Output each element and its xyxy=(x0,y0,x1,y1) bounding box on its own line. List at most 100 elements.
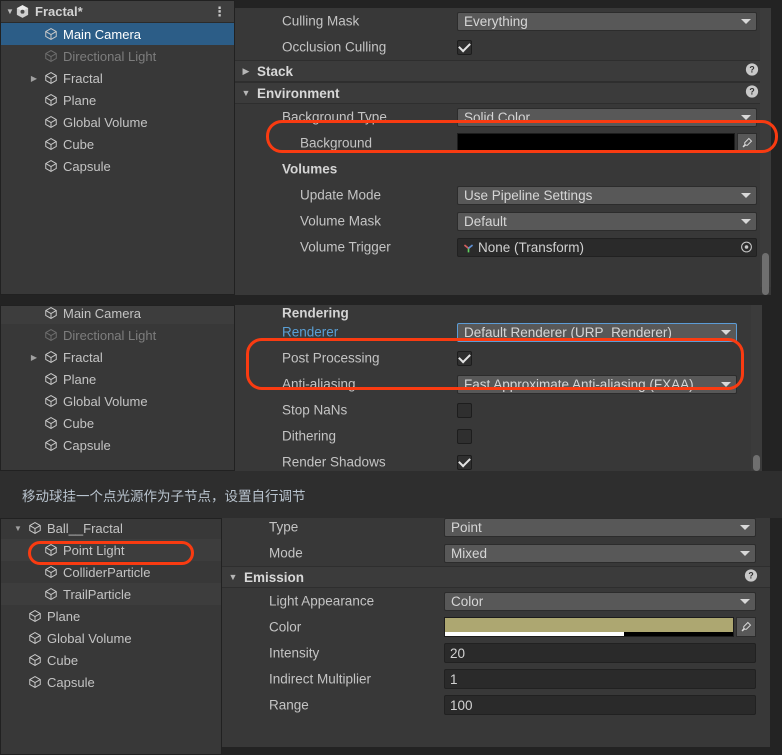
hierarchy-item-colliderparticle[interactable]: ColliderParticle xyxy=(1,561,221,583)
inspector-field-background-type[interactable]: Solid Color xyxy=(457,107,757,127)
inspector-field-update-mode[interactable]: Use Pipeline Settings xyxy=(457,185,757,205)
help-icon[interactable]: ? xyxy=(745,63,759,80)
hierarchy-item-directional-light[interactable]: Directional Light xyxy=(1,324,234,346)
chevron-down-icon[interactable] xyxy=(721,382,731,387)
dropdown-culling-mask[interactable]: Everything xyxy=(457,11,757,31)
inspector-field-dithering[interactable] xyxy=(457,428,737,444)
inspector-field-mode[interactable]: Mixed xyxy=(444,543,756,563)
dropdown-light-appearance[interactable]: Color xyxy=(444,591,756,611)
inspector-panel-light[interactable]: Type Point Mode Mixed ▼ Emission? Light Appear… xyxy=(222,518,782,755)
dropdown-update-mode[interactable]: Use Pipeline Settings xyxy=(457,185,757,205)
number-field-indirect-multiplier[interactable]: 1 xyxy=(444,669,756,689)
inspector-field-type[interactable]: Point xyxy=(444,518,756,537)
inspector-field-culling-mask[interactable]: Everything xyxy=(457,11,757,31)
chevron-down-icon[interactable] xyxy=(741,219,751,224)
help-icon[interactable]: ? xyxy=(744,569,758,586)
chevron-down-icon[interactable] xyxy=(741,19,751,24)
checkbox-dithering[interactable] xyxy=(457,428,472,444)
inspector-rows-camera[interactable]: Culling Mask Everything Occlusion Culling ▶… xyxy=(235,8,771,260)
dropdown-type[interactable]: Point xyxy=(444,518,756,537)
dropdown-background-type[interactable]: Solid Color xyxy=(457,107,757,127)
hierarchy-item-trailparticle[interactable]: TrailParticle xyxy=(1,583,221,605)
hierarchy-item-global-volume[interactable]: Global Volume xyxy=(1,390,234,412)
hierarchy-item-capsule[interactable]: Capsule xyxy=(1,155,234,177)
hierarchy-panel-rendering[interactable]: Main Camera Directional Light ▶ Fractal Plan… xyxy=(0,305,235,471)
hierarchy-item-global-volume[interactable]: Global Volume xyxy=(1,627,221,649)
inspector-field-indirect-multiplier[interactable]: 1 xyxy=(444,669,756,689)
hierarchy-panel-camera[interactable]: ▼ Fractal* ⋮ Main Camera Directional Ligh… xyxy=(0,0,235,295)
triangle-down-icon[interactable]: ▼ xyxy=(235,88,257,98)
inspector-field-volume-trigger[interactable]: None (Transform) xyxy=(457,237,757,257)
number-field-range[interactable]: 100 xyxy=(444,695,756,715)
checkbox-stop-nans[interactable] xyxy=(457,402,472,418)
inspector-scrollbar-camera[interactable] xyxy=(760,8,771,295)
inspector-field-intensity[interactable]: 20 xyxy=(444,643,756,663)
chevron-down-icon[interactable] xyxy=(740,525,750,530)
dropdown-renderer[interactable]: Default Renderer (URP_Renderer) xyxy=(457,322,737,342)
chevron-down-icon[interactable] xyxy=(721,330,731,335)
hierarchy-item-directional-light[interactable]: Directional Light xyxy=(1,45,234,67)
hierarchy-item-plane[interactable]: Plane xyxy=(1,605,221,627)
dropdown-volume-mask[interactable]: Default xyxy=(457,211,757,231)
inspector-field-range[interactable]: 100 xyxy=(444,695,756,715)
hierarchy-item-main-camera[interactable]: Main Camera xyxy=(1,23,234,45)
scrollbar-thumb[interactable] xyxy=(753,455,760,471)
inspector-rows-light[interactable]: Type Point Mode Mixed ▼ Emission? Light Appear… xyxy=(222,518,770,718)
object-picker-icon[interactable] xyxy=(740,241,753,254)
inspector-field-occlusion-culling[interactable] xyxy=(457,39,757,55)
hierarchy-item-plane[interactable]: Plane xyxy=(1,89,234,111)
foldout-emission[interactable]: ▼ Emission? xyxy=(222,566,770,588)
inspector-rows-rendering[interactable]: Renderer Default Renderer (URP_Renderer) P… xyxy=(235,319,751,471)
hierarchy-item-ball-fractal[interactable]: ▼ Ball__Fractal xyxy=(1,519,221,539)
inspector-field-renderer[interactable]: Default Renderer (URP_Renderer) xyxy=(457,322,737,342)
hierarchy-item-cube[interactable]: Cube xyxy=(1,412,234,434)
chevron-down-icon[interactable] xyxy=(741,193,751,198)
inspector-panel-rendering[interactable]: Rendering Renderer Default Renderer (URP_… xyxy=(235,305,782,471)
inspector-scrollbar-rendering[interactable] xyxy=(751,305,762,471)
kebab-menu-icon[interactable]: ⋮ xyxy=(213,4,226,20)
hierarchy-item-fractal[interactable]: ▶ Fractal xyxy=(1,346,234,368)
inspector-field-volume-mask[interactable]: Default xyxy=(457,211,757,231)
triangle-right-icon[interactable]: ▶ xyxy=(27,74,41,83)
triangle-right-icon[interactable]: ▶ xyxy=(27,353,41,362)
help-icon[interactable]: ? xyxy=(745,85,759,102)
hierarchy-item-cube[interactable]: Cube xyxy=(1,133,234,155)
inspector-field-render-shadows[interactable] xyxy=(457,454,737,470)
inspector-field-color[interactable] xyxy=(444,617,756,637)
hierarchy-item-global-volume[interactable]: Global Volume xyxy=(1,111,234,133)
eyedropper-icon[interactable] xyxy=(736,617,756,637)
inspector-field-light-appearance[interactable]: Color xyxy=(444,591,756,611)
triangle-down-icon[interactable]: ▼ xyxy=(222,572,244,582)
dropdown-anti-aliasing[interactable]: Fast Approximate Anti-aliasing (FXAA) xyxy=(457,374,737,394)
hierarchy-item-fractal[interactable]: ▶ Fractal xyxy=(1,67,234,89)
inspector-field-anti-aliasing[interactable]: Fast Approximate Anti-aliasing (FXAA) xyxy=(457,374,737,394)
chevron-down-icon[interactable] xyxy=(740,599,750,604)
hierarchy-item-capsule[interactable]: Capsule xyxy=(1,671,221,693)
object-field-volume-trigger[interactable]: None (Transform) xyxy=(457,237,757,257)
color-swatch-color[interactable] xyxy=(444,617,734,637)
hierarchy-panel-light[interactable]: ▼ Ball__Fractal Point Light ColliderParticl… xyxy=(0,518,222,755)
triangle-right-icon[interactable]: ▶ xyxy=(235,66,257,77)
number-field-intensity[interactable]: 20 xyxy=(444,643,756,663)
inspector-field-background[interactable] xyxy=(457,133,757,153)
dropdown-mode[interactable]: Mixed xyxy=(444,543,756,563)
inspector-panel-camera[interactable]: Culling Mask Everything Occlusion Culling ▶… xyxy=(235,0,782,295)
scrollbar-thumb[interactable] xyxy=(762,253,769,295)
hierarchy-item-cube[interactable]: Cube xyxy=(1,649,221,671)
inspector-label-renderer[interactable]: Renderer xyxy=(282,325,338,340)
checkbox-occlusion-culling[interactable] xyxy=(457,39,472,55)
triangle-down-icon[interactable]: ▼ xyxy=(11,524,25,533)
foldout-stack[interactable]: ▶ Stack? xyxy=(235,60,771,82)
inspector-field-post-processing[interactable] xyxy=(457,350,737,366)
hierarchy-tree-rendering[interactable]: Main Camera Directional Light ▶ Fractal Plan… xyxy=(1,306,234,456)
inspector-field-stop-nans[interactable] xyxy=(457,402,737,418)
hierarchy-tree-light[interactable]: ▼ Ball__Fractal Point Light ColliderParticl… xyxy=(1,519,221,693)
hierarchy-item-plane[interactable]: Plane xyxy=(1,368,234,390)
chevron-down-icon[interactable] xyxy=(741,115,751,120)
hierarchy-item-capsule[interactable]: Capsule xyxy=(1,434,234,456)
hierarchy-tree-camera[interactable]: Main Camera Directional Light ▶ Fractal Plan… xyxy=(1,23,234,177)
checkbox-render-shadows[interactable] xyxy=(457,454,472,470)
hierarchy-item-point-light[interactable]: Point Light xyxy=(1,539,221,561)
color-swatch-background[interactable] xyxy=(457,133,735,153)
foldout-environment[interactable]: ▼ Environment? xyxy=(235,82,771,104)
